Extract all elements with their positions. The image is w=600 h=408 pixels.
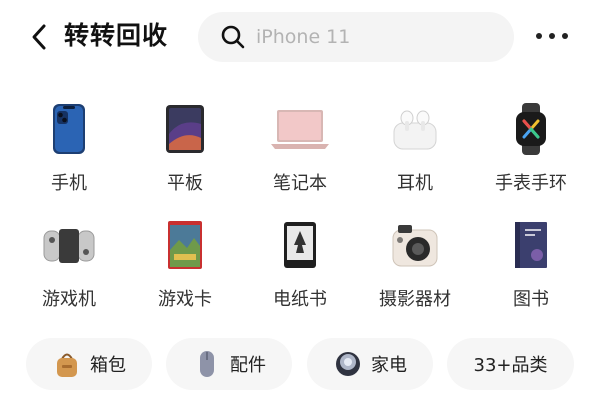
category-ereader[interactable]: 电纸书 <box>245 212 355 322</box>
pill-more-categories[interactable]: 33+品类 <box>447 338 574 390</box>
chevron-left-icon <box>32 24 46 50</box>
quick-category-bar: 箱包 配件 家电 33+品类 <box>0 338 600 390</box>
earbuds-icon <box>390 104 440 154</box>
category-game-console[interactable]: 游戏机 <box>14 212 124 322</box>
category-tablet[interactable]: 平板 <box>130 96 240 206</box>
pill-label: 家电 <box>371 355 407 376</box>
ereader-icon <box>275 220 325 270</box>
category-label: 平板 <box>167 173 203 194</box>
watch-icon <box>506 103 556 155</box>
pill-appliances[interactable]: 家电 <box>307 338 433 390</box>
category-game-card[interactable]: 游戏卡 <box>130 212 240 322</box>
more-options-button[interactable] <box>534 26 570 46</box>
category-label: 电纸书 <box>273 289 327 310</box>
category-earbuds[interactable]: 耳机 <box>360 96 470 206</box>
category-laptop[interactable]: 笔记本 <box>245 96 355 206</box>
more-dot <box>536 33 542 39</box>
appliance-icon <box>333 349 363 379</box>
category-camera[interactable]: 摄影器材 <box>360 212 470 322</box>
book-icon <box>506 220 556 270</box>
tablet-icon <box>160 104 210 154</box>
category-label: 游戏卡 <box>158 289 212 310</box>
game-console-icon <box>41 220 97 270</box>
category-label: 图书 <box>513 289 549 310</box>
camera-icon <box>390 220 440 270</box>
search-input[interactable] <box>256 20 496 54</box>
more-dot <box>562 33 568 39</box>
category-label: 耳机 <box>397 173 433 194</box>
bag-icon <box>52 349 82 379</box>
search-icon <box>221 25 245 49</box>
pill-accessories[interactable]: 配件 <box>166 338 292 390</box>
game-card-icon <box>160 220 210 270</box>
category-watch[interactable]: 手表手环 <box>476 96 586 206</box>
laptop-icon <box>269 104 331 154</box>
top-bar: 转转回收 <box>0 0 600 72</box>
category-phone[interactable]: 手机 <box>14 96 124 206</box>
phone-icon <box>44 104 94 154</box>
category-label: 游戏机 <box>42 289 96 310</box>
pill-label: 33+品类 <box>473 355 548 376</box>
category-book[interactable]: 图书 <box>476 212 586 322</box>
pill-label: 箱包 <box>90 355 126 376</box>
category-label: 手机 <box>51 173 87 194</box>
pill-bags[interactable]: 箱包 <box>26 338 152 390</box>
mouse-icon <box>192 349 222 379</box>
back-button[interactable] <box>26 22 52 52</box>
category-label: 摄影器材 <box>379 289 451 310</box>
category-label: 笔记本 <box>273 173 327 194</box>
more-dot <box>549 33 555 39</box>
category-label: 手表手环 <box>495 173 567 194</box>
pill-label: 配件 <box>230 355 266 376</box>
page-title: 转转回收 <box>64 21 169 50</box>
search-bar[interactable] <box>198 12 514 62</box>
